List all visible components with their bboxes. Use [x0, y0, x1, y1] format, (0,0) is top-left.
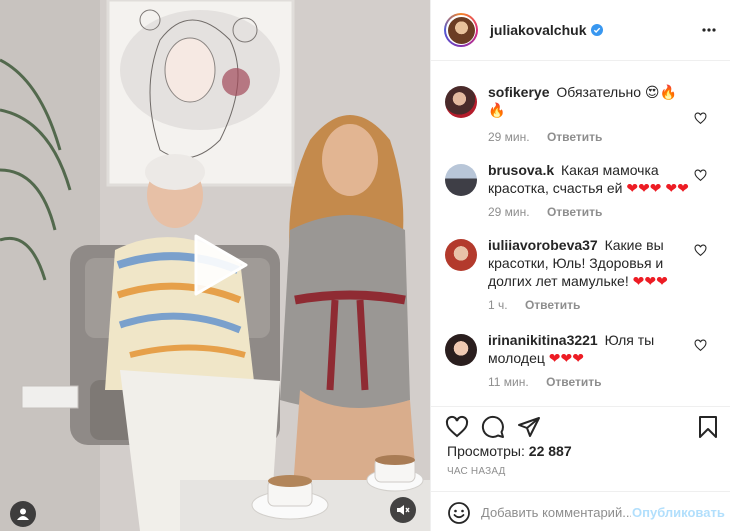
comment-item: brusova.k Какая мамочка красотка, счасть…	[431, 161, 730, 219]
comment-text-block: sofikerye Обязательно 😍🔥🔥	[488, 83, 691, 119]
verified-badge-icon	[591, 24, 604, 36]
post-header: juliakovalchuk	[431, 0, 730, 61]
more-options-icon[interactable]	[701, 22, 717, 38]
author-username[interactable]: juliakovalchuk	[490, 22, 586, 38]
reply-button[interactable]: Ответить	[525, 298, 580, 312]
add-comment-bar: Опубликовать	[431, 491, 730, 531]
comment-time: 29 мин.	[488, 205, 530, 219]
avatar-image	[447, 16, 475, 44]
comment-meta: 29 мин. Ответить	[488, 205, 691, 219]
comment-text-block: brusova.k Какая мамочка красотка, счасть…	[488, 161, 691, 197]
commenter-avatar[interactable]	[445, 334, 477, 366]
reply-button[interactable]: Ответить	[547, 205, 602, 219]
comment-meta: 11 мин. Ответить	[488, 375, 691, 389]
comment-text-block: iuliiavorobeva37 Какие вы красотки, Юль!…	[488, 236, 691, 290]
post-modal: juliakovalchuk sofikerye Обязательно 😍🔥🔥	[0, 0, 730, 531]
play-button[interactable]	[188, 234, 250, 296]
comment-emoji: ❤❤❤	[548, 350, 584, 366]
heart-icon[interactable]	[694, 169, 707, 182]
comment-item: sofikerye Обязательно 😍🔥🔥 29 мин. Ответи…	[431, 83, 730, 144]
avatar-inner	[446, 15, 476, 45]
comment-time: 11 мин.	[488, 375, 529, 389]
commenter-avatar[interactable]	[445, 239, 477, 271]
comment-time: 1 ч.	[488, 298, 508, 312]
comment-emoji: ❤❤❤	[632, 273, 668, 289]
post-comment-button[interactable]: Опубликовать	[632, 505, 725, 520]
speaker-muted-icon	[397, 505, 410, 515]
emoji-icon[interactable]	[447, 501, 471, 525]
comment-username[interactable]: brusova.k	[488, 162, 554, 178]
commenter-avatar[interactable]	[445, 164, 477, 196]
heart-icon[interactable]	[694, 339, 707, 352]
comment-item: iuliiavorobeva37 Какие вы красотки, Юль!…	[431, 236, 730, 312]
comment-item: irinanikitina3221 Юля ты молодец ❤❤❤ 11 …	[431, 331, 730, 389]
video-player[interactable]	[0, 0, 430, 531]
reply-button[interactable]: Ответить	[547, 130, 602, 144]
comment-time: 29 мин.	[488, 130, 530, 144]
comment-text-block: irinanikitina3221 Юля ты молодец ❤❤❤	[488, 331, 691, 367]
author-avatar[interactable]	[444, 13, 478, 47]
comment-username[interactable]: irinanikitina3221	[488, 332, 598, 348]
user-icon	[17, 508, 29, 520]
action-bar	[431, 406, 730, 446]
views-count[interactable]: Просмотры: 22 887	[447, 443, 572, 459]
comments-list: sofikerye Обязательно 😍🔥🔥 29 мин. Ответи…	[431, 62, 730, 405]
post-sidebar: juliakovalchuk sofikerye Обязательно 😍🔥🔥	[430, 0, 730, 531]
heart-icon[interactable]	[694, 112, 707, 125]
reply-button[interactable]: Ответить	[546, 375, 601, 389]
views-label: Просмотры:	[447, 443, 525, 459]
heart-icon[interactable]	[694, 244, 707, 257]
tagged-users-button[interactable]	[10, 501, 36, 527]
like-heart-icon[interactable]	[445, 415, 469, 439]
comment-emoji: ❤❤❤ ❤❤	[626, 180, 689, 196]
comment-text: Обязательно	[556, 84, 642, 100]
comment-bubble-icon[interactable]	[481, 415, 505, 439]
views-value: 22 887	[528, 443, 572, 459]
play-icon	[194, 234, 248, 296]
comment-meta: 1 ч. Ответить	[488, 298, 691, 312]
commenter-avatar[interactable]	[445, 86, 477, 118]
comment-username[interactable]: iuliiavorobeva37	[488, 237, 598, 253]
bookmark-icon[interactable]	[696, 415, 720, 439]
comment-input[interactable]	[481, 500, 631, 524]
comment-username[interactable]: sofikerye	[488, 84, 549, 100]
share-paper-plane-icon[interactable]	[517, 415, 541, 439]
mute-button[interactable]	[390, 497, 416, 523]
post-timestamp[interactable]: ЧАС НАЗАД	[447, 466, 506, 477]
comment-meta: 29 мин. Ответить	[488, 130, 691, 144]
